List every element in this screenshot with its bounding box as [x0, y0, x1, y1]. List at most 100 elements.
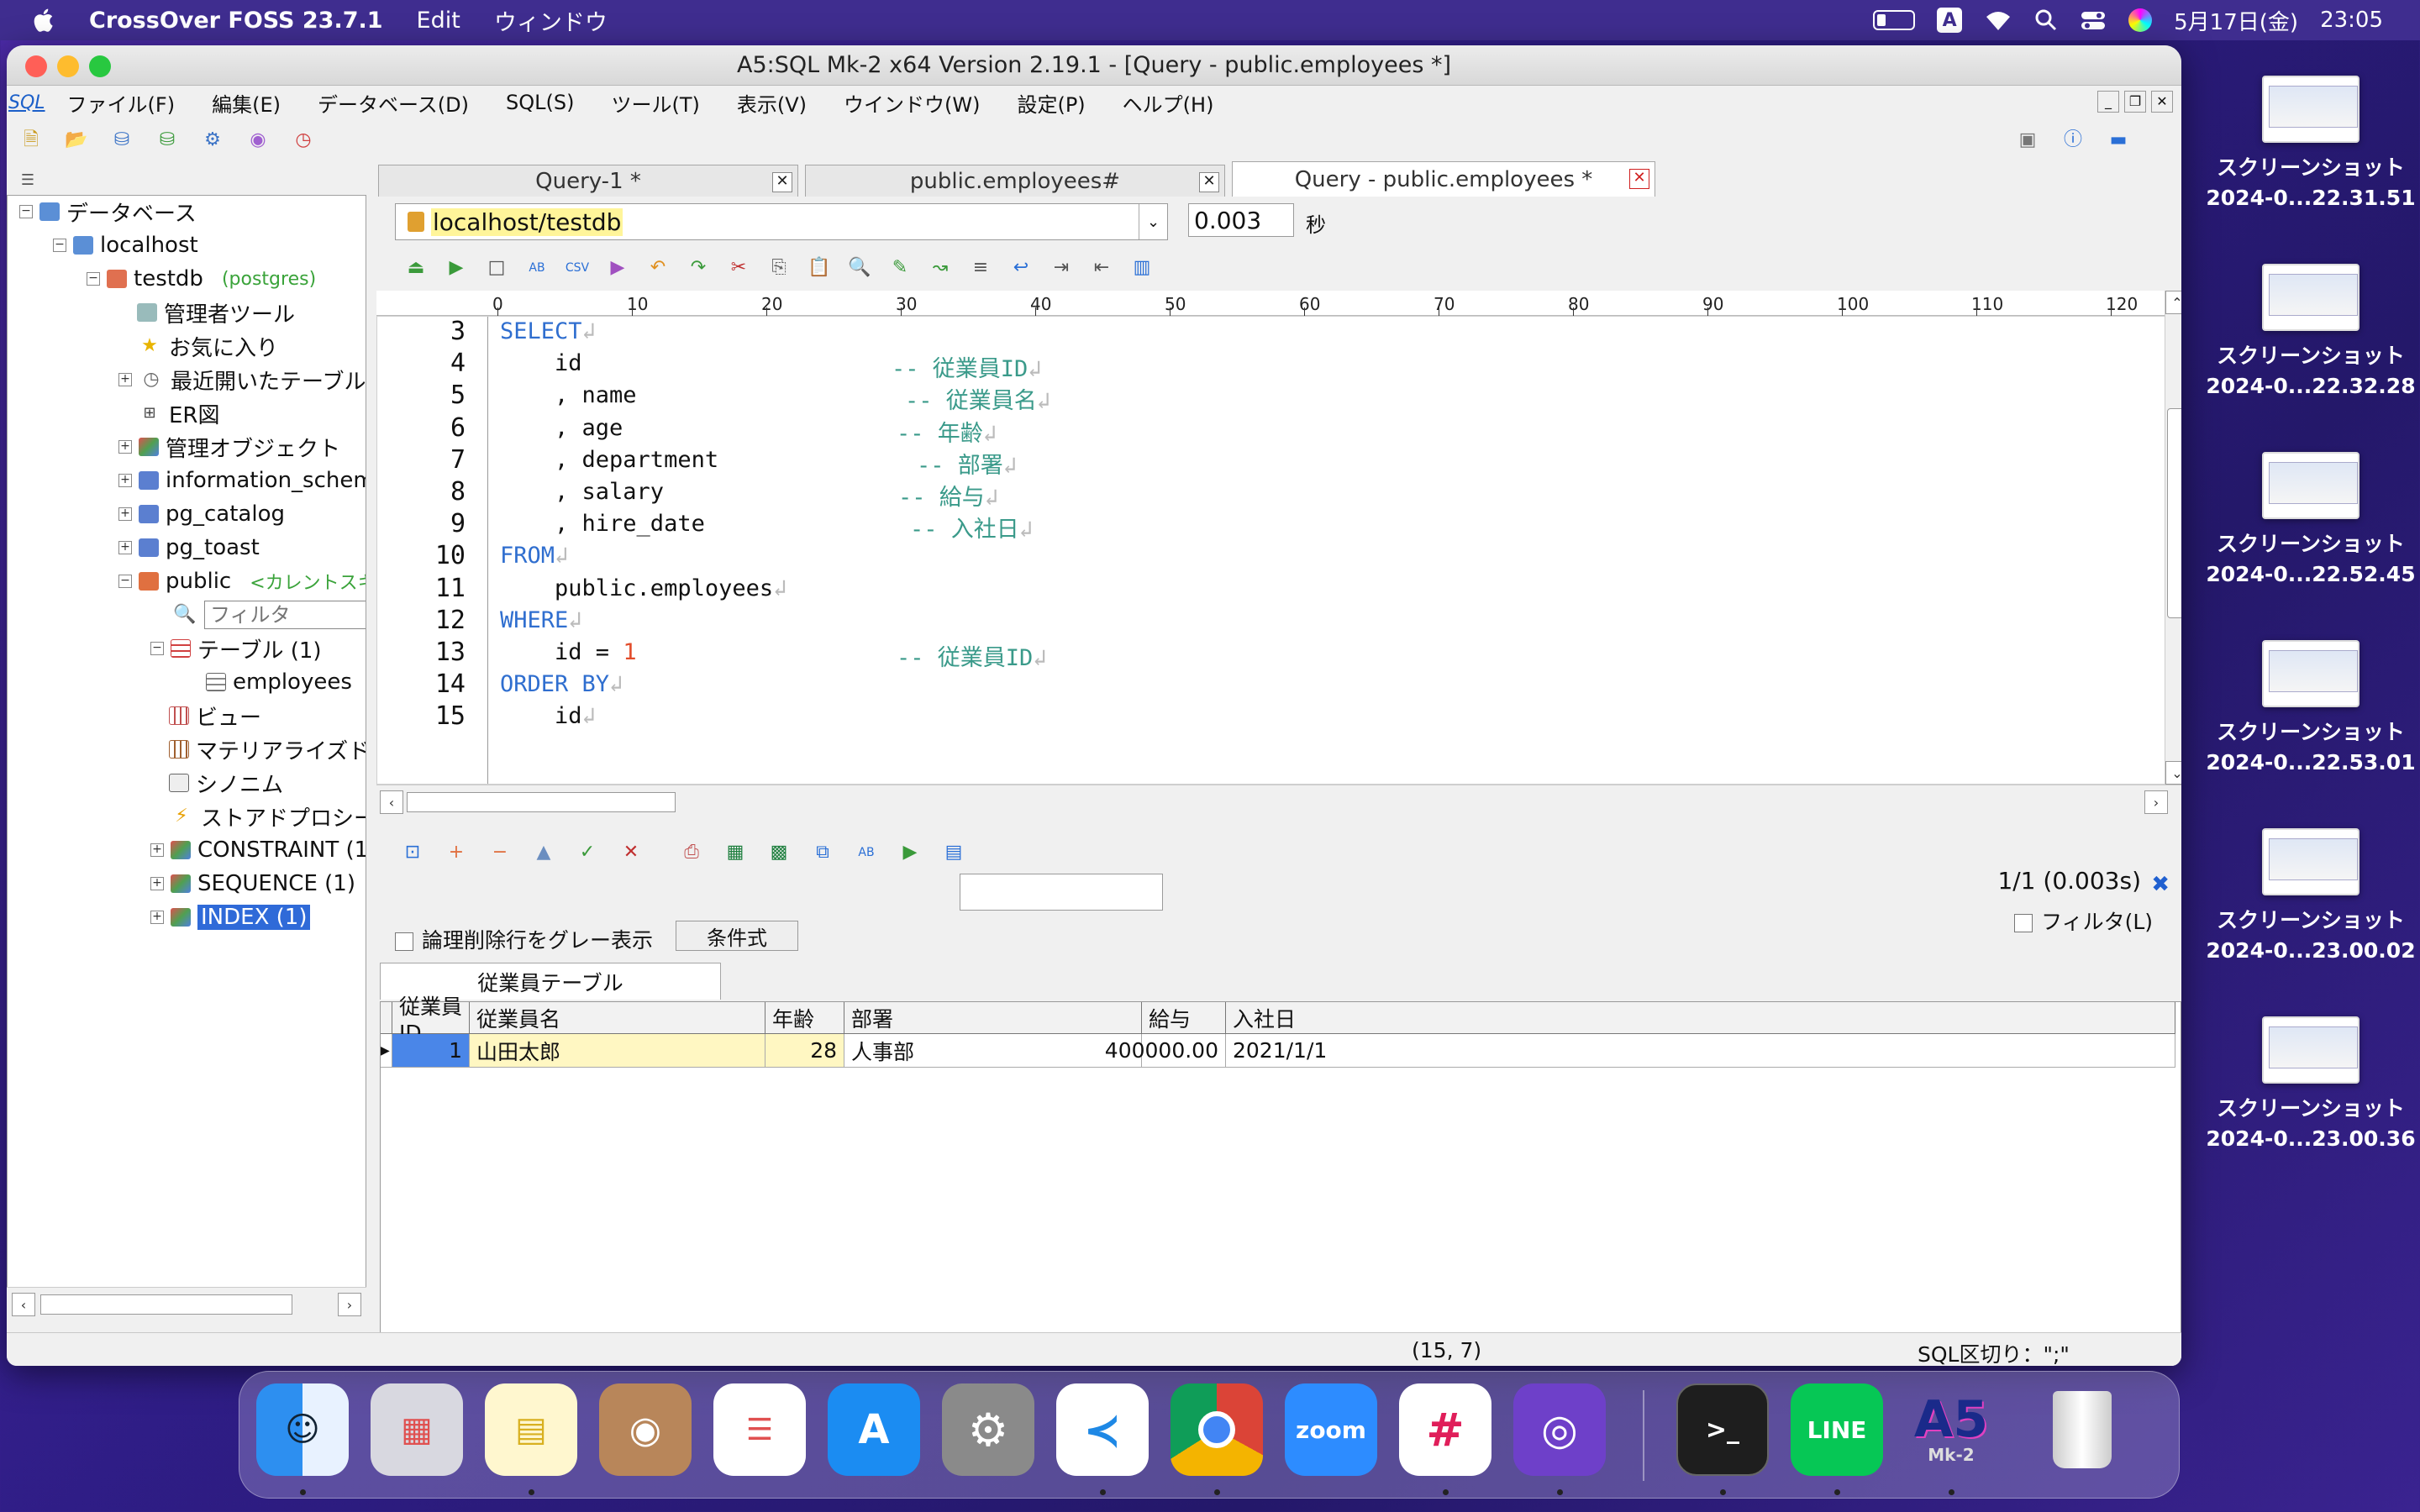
code-line[interactable]: , age	[500, 415, 623, 441]
vscode-icon[interactable]: ≺	[1056, 1383, 1149, 1476]
tree-node-public[interactable]: − public <カレントスキーマ>	[118, 565, 366, 597]
outdent-icon[interactable]: ⇤	[1089, 255, 1114, 281]
tree-node-index[interactable]: + INDEX (1)	[150, 901, 311, 933]
tree-node-procs[interactable]: ⚡ ストアドプロシージャ	[169, 801, 366, 832]
menu-edit-app[interactable]: 編集(E)	[212, 88, 281, 118]
menu-date[interactable]: 5月17日(金)	[2174, 5, 2298, 36]
code-line[interactable]: id↲	[500, 703, 596, 729]
code-line[interactable]: , department	[500, 447, 718, 473]
code-line[interactable]: ORDER BY↲	[500, 671, 623, 697]
menu-time[interactable]: 23:05	[2320, 8, 2383, 33]
reminders-icon[interactable]: ☰	[713, 1383, 806, 1476]
tree-node-managed[interactable]: + 管理オブジェクト	[118, 431, 340, 463]
tree-filter-input[interactable]	[204, 601, 366, 629]
scroll-thumb[interactable]	[40, 1294, 292, 1315]
expand-icon[interactable]: +	[150, 843, 164, 857]
collapse-icon[interactable]: −	[87, 272, 100, 286]
contacts-icon[interactable]: ◉	[599, 1383, 692, 1476]
editor-vscroll[interactable]: ⌃ ⌄	[2165, 291, 2181, 785]
paste-icon[interactable]: 📋	[807, 255, 832, 281]
menu-database[interactable]: データベース(D)	[318, 88, 469, 118]
tree-node-employees[interactable]: employees従	[206, 666, 366, 698]
explain-icon[interactable]: ▶	[605, 255, 630, 281]
code-line[interactable]: WHERE↲	[500, 607, 582, 633]
desktop-file[interactable]: スクリーンショット 2024-0...22.31.51	[2185, 76, 2420, 213]
layout-icon[interactable]: ▣	[2015, 128, 2040, 153]
search-icon[interactable]	[2034, 8, 2058, 32]
new-file-icon[interactable]: 🗎	[18, 128, 44, 153]
clock-icon[interactable]: ◷	[291, 128, 316, 153]
code-line[interactable]: id	[500, 350, 582, 376]
excel-all-icon[interactable]: ▩	[766, 840, 792, 865]
delete-row-icon[interactable]: −	[487, 840, 513, 865]
menu-tools[interactable]: ツール(T)	[611, 88, 699, 118]
column-header[interactable]: 入社日	[1226, 1002, 2175, 1034]
add-row-icon[interactable]: +	[444, 840, 469, 865]
csv-icon[interactable]: CSV	[565, 255, 590, 281]
close-result-icon[interactable]: ✖	[2151, 872, 2170, 897]
tree-hscroll[interactable]: ‹ ›	[7, 1287, 366, 1320]
tree-node-favorites[interactable]: ★ お気に入り	[137, 330, 278, 362]
cancel-icon[interactable]: ✕	[618, 840, 644, 865]
column-header[interactable]: 従業員名	[470, 1002, 765, 1034]
expand-icon[interactable]: +	[118, 541, 132, 554]
close-window-button[interactable]	[25, 55, 47, 77]
gray-deleted-checkbox[interactable]	[395, 932, 413, 951]
collapse-icon[interactable]: −	[118, 575, 132, 588]
expand-icon[interactable]: +	[150, 877, 164, 890]
table-cell[interactable]: 400000.00	[1105, 1034, 1226, 1068]
slack-icon[interactable]: #	[1399, 1383, 1491, 1476]
desktop-file[interactable]: スクリーンショット 2024-0...22.32.28	[2185, 264, 2420, 402]
scroll-left-icon[interactable]: ‹	[12, 1293, 35, 1316]
launchpad-icon[interactable]: ▦	[371, 1383, 463, 1476]
tree-node-er[interactable]: ⊞ ER図	[137, 397, 219, 429]
desktop-file[interactable]: スクリーンショット 2024-0...22.52.45	[2185, 452, 2420, 590]
find-icon[interactable]: 🔍	[847, 255, 872, 281]
collapse-icon[interactable]: −	[150, 642, 164, 655]
sql-editor[interactable]: 3 4 5 6 7 8 9 10 11 12 13 14 15 SELECT↲ id -- 従業員ID↲ …	[376, 316, 2166, 785]
undo-icon[interactable]: ↶	[645, 255, 671, 281]
mdi-close-icon[interactable]: ✕	[2151, 91, 2173, 113]
tree-node-tables[interactable]: − テーブル (1)	[150, 633, 322, 664]
input-source-icon[interactable]: A	[1937, 8, 1963, 33]
tree-node-db[interactable]: − testdb (postgres)	[87, 263, 316, 295]
terminal-icon[interactable]: >_	[1676, 1383, 1769, 1476]
desktop-file[interactable]: スクリーンショット 2024-0...23.00.36	[2185, 1016, 2420, 1154]
tree-node-schema[interactable]: + pg_toast	[118, 532, 260, 564]
current-row-icon[interactable]: ▶	[381, 1034, 392, 1068]
tree-node-recent[interactable]: + ◷ 最近開いたテーブル	[118, 364, 366, 396]
table-cell[interactable]: 2021/1/1	[1226, 1034, 2175, 1068]
expand-icon[interactable]: +	[118, 373, 132, 386]
table-cell[interactable]: 28	[765, 1034, 844, 1068]
close-tab-icon[interactable]: ✕	[1629, 169, 1649, 189]
code-line[interactable]: , salary	[500, 479, 664, 505]
apple-icon[interactable]	[30, 6, 59, 34]
database-icon[interactable]: ⛁	[109, 128, 134, 153]
editor-hscroll[interactable]: ‹ ›	[376, 785, 2181, 818]
gray-deleted-toggle[interactable]: 論理削除行をグレー表示	[395, 924, 653, 954]
line-icon[interactable]: LINE	[1791, 1383, 1883, 1476]
code-line[interactable]: , hire_date	[500, 511, 705, 537]
zoom-window-button[interactable]	[89, 55, 111, 77]
scroll-down-icon[interactable]: ⌄	[2165, 761, 2181, 785]
result-search-input[interactable]	[960, 874, 1163, 911]
table-cell[interactable]: 1	[392, 1034, 470, 1068]
scroll-thumb[interactable]	[407, 792, 676, 812]
copy-rows-icon[interactable]: ⧉	[810, 840, 835, 865]
table-cell[interactable]: 山田太郎	[470, 1034, 765, 1068]
move-up-icon[interactable]: ▲	[531, 840, 556, 865]
menu-window[interactable]: ウィンドウ	[494, 4, 608, 37]
tree-node-matviews[interactable]: マテリアライズド	[169, 733, 366, 765]
cut-icon[interactable]: ✂	[726, 255, 751, 281]
code-line[interactable]: FROM↲	[500, 543, 568, 569]
chevron-down-icon[interactable]: ⌄	[1139, 204, 1167, 239]
tree-node-constraint[interactable]: + CONSTRAINT (1)	[150, 834, 366, 866]
tree-node-admin[interactable]: 管理者ツール	[137, 297, 295, 328]
expand-icon[interactable]: +	[150, 911, 164, 924]
notes-icon[interactable]: ▤	[485, 1383, 577, 1476]
copy-icon[interactable]: ⎘	[766, 255, 792, 281]
menu-edit[interactable]: Edit	[417, 8, 460, 34]
battery-icon[interactable]	[1873, 10, 1916, 30]
tree-node-views[interactable]: ビュー	[169, 700, 261, 732]
menu-app-name[interactable]: CrossOver FOSS 23.7.1	[89, 8, 383, 34]
